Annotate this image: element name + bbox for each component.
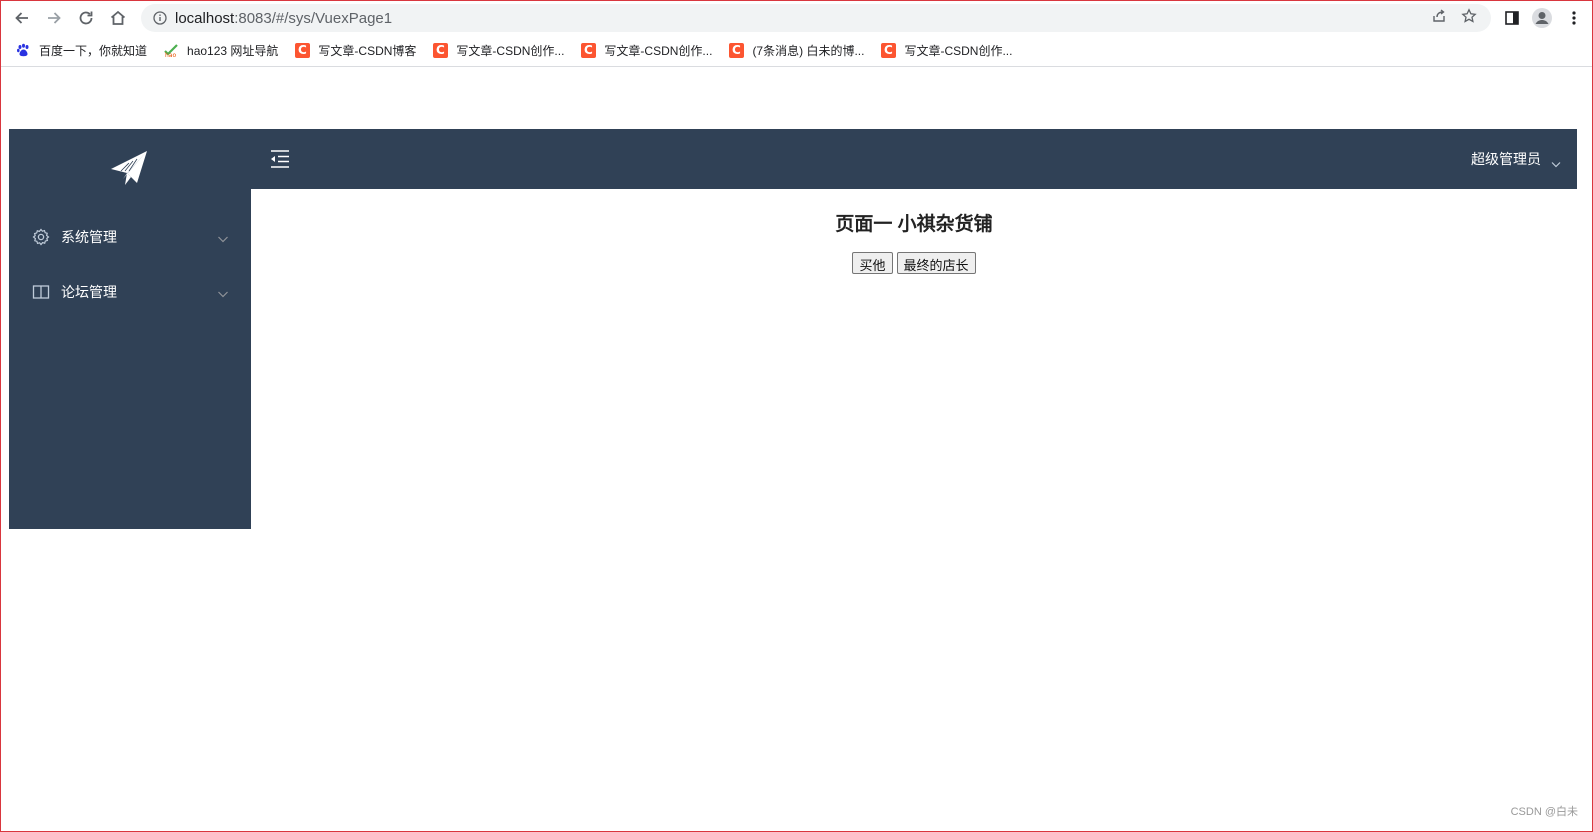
sidebar-item-system[interactable]: 系统管理 <box>9 209 251 265</box>
menu-button[interactable] <box>1563 7 1585 29</box>
app-header: 超级管理员 <box>251 129 1577 189</box>
paper-plane-icon <box>109 149 149 187</box>
svg-text:hao: hao <box>165 52 176 58</box>
csdn-icon: C <box>432 42 448 58</box>
bookmark-item[interactable]: C 写文章-CSDN博客 <box>294 42 416 59</box>
hao123-icon: hao <box>163 42 179 58</box>
button-row: 买他 最终的店长 <box>251 252 1577 274</box>
bookmark-item[interactable]: C 写文章-CSDN创作... <box>432 42 564 59</box>
baidu-paw-icon <box>15 42 31 58</box>
bookmark-label: 百度一下，你就知道 <box>39 43 148 58</box>
profile-button[interactable] <box>1531 7 1553 29</box>
reload-button[interactable] <box>75 7 97 29</box>
bookmark-item[interactable]: C 写文章-CSDN创作... <box>580 42 712 59</box>
kebab-menu-icon <box>1572 11 1576 25</box>
bookmark-label: 写文章-CSDN创作... <box>604 43 713 58</box>
bookmark-label: hao123 网址导航 <box>187 43 279 58</box>
chevron-down-icon <box>1551 155 1561 168</box>
user-dropdown[interactable]: 超级管理员 <box>1471 129 1561 189</box>
avatar-icon <box>1532 8 1552 28</box>
bookmark-label: 写文章-CSDN博客 <box>318 43 417 58</box>
sidebar-item-label: 系统管理 <box>61 229 117 245</box>
url-path: :8083/#/sys/VuexPage1 <box>234 9 393 27</box>
bookmark-label: 写文章-CSDN创作... <box>456 43 565 58</box>
book-icon <box>32 283 50 301</box>
bookmark-label: 写文章-CSDN创作... <box>904 43 1013 58</box>
bookmark-item[interactable]: C 写文章-CSDN创作... <box>880 42 1012 59</box>
watermark: CSDN @白未 <box>1510 806 1578 818</box>
csdn-icon: C <box>294 42 310 58</box>
page-title: 页面一 小祺杂货铺 <box>835 214 993 235</box>
sidebar-item-label: 论坛管理 <box>61 284 117 300</box>
side-panel-button[interactable] <box>1501 7 1523 29</box>
forward-button[interactable] <box>43 7 65 29</box>
csdn-icon: C <box>580 42 596 58</box>
final-owner-button[interactable]: 最终的店长 <box>896 252 976 274</box>
browser-toolbar: localhost:8083/#/sys/VuexPage1 <box>1 1 1592 34</box>
star-icon[interactable] <box>1461 8 1477 29</box>
chevron-down-icon <box>217 286 229 298</box>
csdn-icon: C <box>728 42 744 58</box>
bookmark-item[interactable]: hao hao123 网址导航 <box>163 42 278 59</box>
csdn-icon: C <box>880 42 896 58</box>
info-icon[interactable] <box>151 9 169 27</box>
sidebar: 系统管理 论坛管理 <box>9 129 251 529</box>
bookmark-label: (7条消息) 白未的博... <box>752 43 865 58</box>
side-panel-icon <box>1505 11 1519 25</box>
collapse-menu-icon[interactable] <box>268 147 292 171</box>
gear-icon <box>32 228 50 246</box>
bookmarks-bar: 百度一下，你就知道 hao hao123 网址导航 C 写文章-CSDN博客 C… <box>1 34 1592 67</box>
chevron-down-icon <box>217 231 229 243</box>
bookmark-item[interactable]: C (7条消息) 白未的博... <box>728 42 864 59</box>
buy-button[interactable]: 买他 <box>852 252 893 274</box>
home-icon <box>110 10 126 25</box>
arrow-left-icon <box>15 12 28 24</box>
share-icon[interactable] <box>1431 8 1447 29</box>
sidebar-item-forum[interactable]: 论坛管理 <box>9 264 251 320</box>
back-button[interactable] <box>11 7 33 29</box>
url-text: localhost:8083/#/sys/VuexPage1 <box>175 10 392 27</box>
arrow-right-icon <box>48 12 61 24</box>
home-button[interactable] <box>107 7 129 29</box>
user-name: 超级管理员 <box>1471 151 1541 167</box>
bookmark-item[interactable]: 百度一下，你就知道 <box>15 42 147 59</box>
url-host: localhost <box>175 9 235 27</box>
address-bar[interactable]: localhost:8083/#/sys/VuexPage1 <box>141 4 1491 32</box>
reload-icon <box>79 11 93 25</box>
